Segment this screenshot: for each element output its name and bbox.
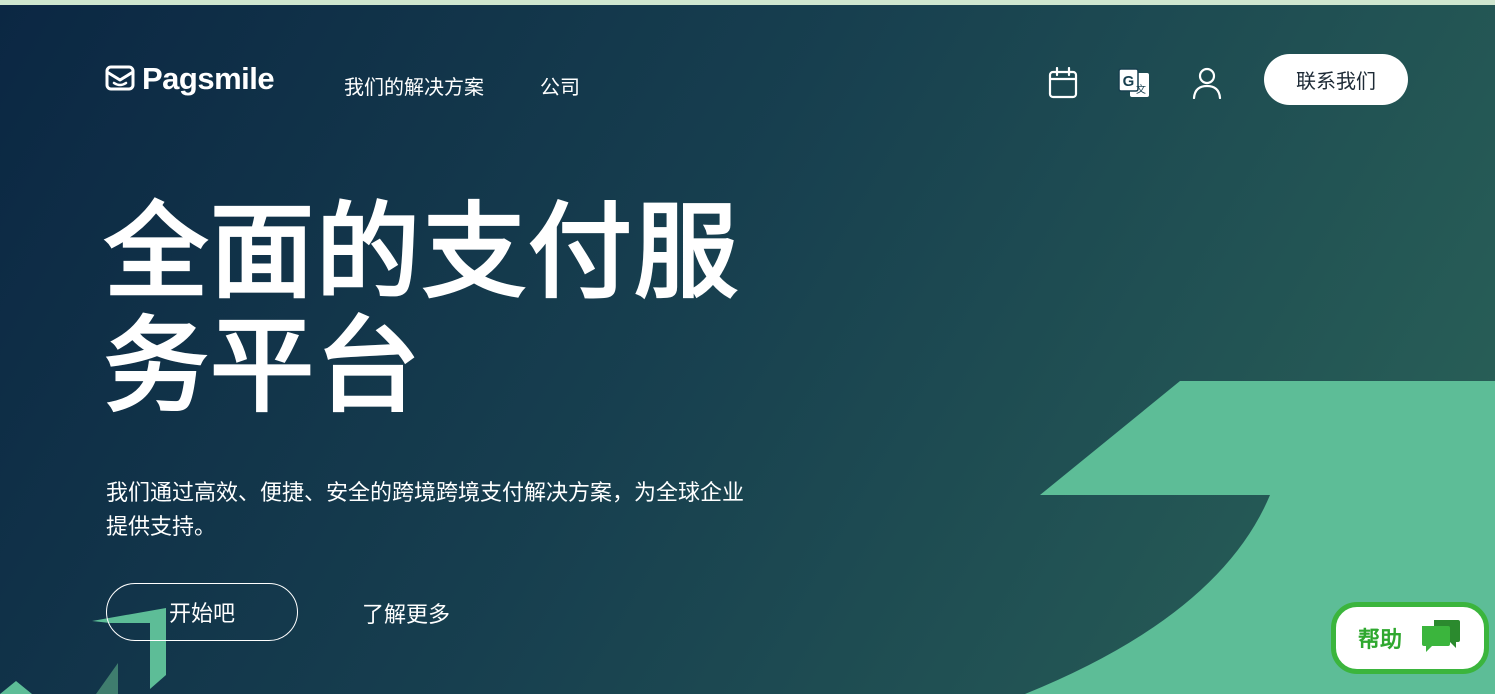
headline-line-2: 务平台	[104, 305, 423, 427]
nav-company[interactable]: 公司	[540, 71, 580, 100]
brand-name: Pagsmile	[142, 61, 275, 96]
nav-solutions[interactable]: 我们的解决方案	[344, 71, 484, 100]
user-icon[interactable]	[1189, 65, 1225, 101]
hero-section: Pagsmile 我们的解决方案 公司 G 文 联系我们 全面的支付服 务平台	[0, 5, 1495, 694]
learn-more-link[interactable]: 了解更多	[362, 597, 450, 629]
hero-subtitle: 我们通过高效、便捷、安全的跨境跨境支付解决方案，为全球企业 提供支持。	[106, 477, 796, 545]
headline-line-1: 全面的支付服	[104, 191, 741, 313]
small-arrow-shadow-shape	[96, 663, 118, 694]
svg-text:G: G	[1123, 73, 1135, 90]
help-widget-button[interactable]: 帮助	[1331, 602, 1489, 674]
envelope-smile-icon	[104, 61, 136, 97]
corner-triangle-shape	[0, 681, 32, 694]
subtitle-line-2: 提供支持。	[106, 515, 217, 540]
subtitle-line-1: 我们通过高效、便捷、安全的跨境跨境支付解决方案，为全球企业	[106, 481, 745, 506]
svg-text:文: 文	[1136, 83, 1146, 96]
brand-logo[interactable]: Pagsmile	[104, 61, 275, 97]
translate-icon[interactable]: G 文	[1116, 65, 1152, 101]
help-label: 帮助	[1357, 628, 1402, 653]
get-started-button[interactable]: 开始吧	[106, 583, 298, 641]
hero-headline: 全面的支付服 务平台	[104, 195, 744, 423]
chat-bubbles-icon	[1420, 618, 1462, 658]
calendar-icon[interactable]	[1045, 65, 1081, 101]
contact-us-button[interactable]: 联系我们	[1264, 54, 1408, 105]
